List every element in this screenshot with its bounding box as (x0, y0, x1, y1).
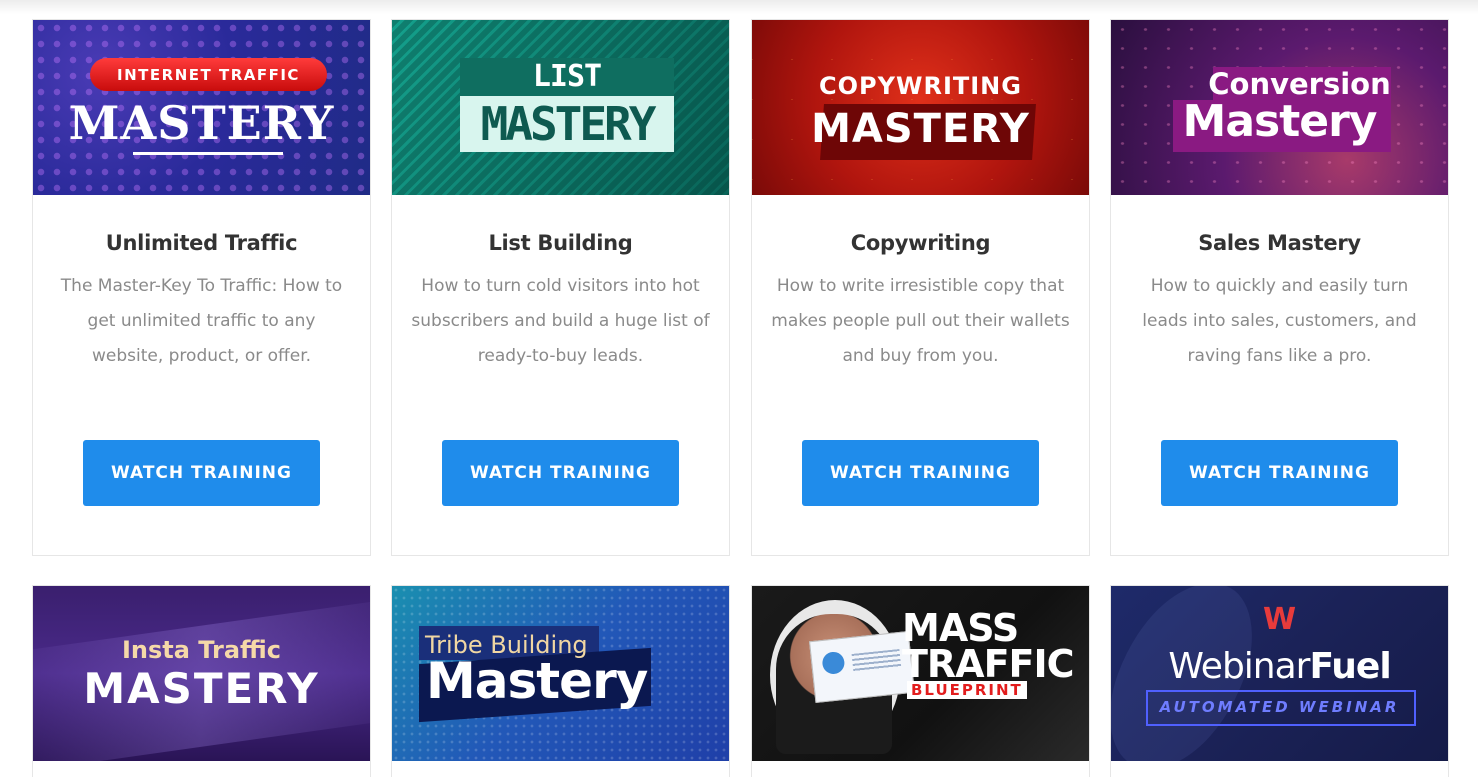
course-description: How to turn cold visitors into hot subsc… (411, 276, 710, 366)
banner-heading-part1: Webinar (1168, 646, 1310, 687)
course-title: List Building (488, 231, 633, 255)
banner-document-image (809, 630, 915, 704)
banner-heading: MASTERY (460, 96, 674, 152)
banner-heading: Mastery (1182, 96, 1378, 147)
banner-heading: MASTERY (811, 106, 1030, 152)
course-description: The Master-Key To Traffic: How to get un… (60, 276, 343, 366)
banner-heading-part2: Fuel (1309, 646, 1391, 687)
course-title: Copywriting (850, 231, 991, 255)
course-banner-image[interactable]: Tribe Building Mastery (392, 586, 729, 761)
course-banner-image[interactable]: MASS TRAFFIC BLUEPRINT (752, 586, 1089, 761)
watch-training-button[interactable]: WATCH TRAINING (802, 440, 1039, 506)
watch-training-button[interactable]: WATCH TRAINING (83, 440, 320, 506)
watch-training-button[interactable]: WATCH TRAINING (1161, 440, 1398, 506)
course-card-mass-traffic: MASS TRAFFIC BLUEPRINT (751, 585, 1090, 777)
banner-subheading: BLUEPRINT (907, 681, 1027, 699)
banner-pill-label: INTERNET TRAFFIC (90, 58, 327, 91)
header-shadow (0, 0, 1478, 14)
course-title: Sales Mastery (1198, 231, 1361, 255)
banner-subheading: AUTOMATED WEBINAR (1159, 698, 1400, 716)
course-card-unlimited-traffic: INTERNET TRAFFIC MASTERY Unlimited Traff… (32, 19, 371, 556)
course-title: Unlimited Traffic (105, 231, 298, 255)
course-card-tribe-building: Tribe Building Mastery (391, 585, 730, 777)
watch-training-button[interactable]: WATCH TRAINING (442, 440, 679, 506)
course-description: How to write irresistible copy that make… (771, 276, 1070, 366)
course-card-list-building: LIST BUILDING MASTERY List Building How … (391, 19, 730, 556)
webinarfuel-logo-icon: W (1262, 602, 1297, 637)
course-banner-image[interactable]: Conversion Mastery (1111, 20, 1448, 195)
course-card-insta-traffic: Insta Traffic MASTERY (32, 585, 371, 777)
course-card-copywriting: COPYWRITING MASTERY Copywriting How to w… (751, 19, 1090, 556)
course-banner-image[interactable]: LIST BUILDING MASTERY (392, 20, 729, 195)
course-banner-image[interactable]: W WebinarFuel AUTOMATED WEBINAR (1111, 586, 1448, 761)
banner-heading-line2: TRAFFIC (902, 642, 1075, 686)
banner-subheading: LIST BUILDING (460, 58, 674, 132)
banner-subheading: COPYWRITING (819, 72, 1022, 100)
banner-heading: MASTERY (83, 664, 320, 713)
banner-heading: Mastery (426, 652, 648, 710)
course-banner-image[interactable]: COPYWRITING MASTERY (752, 20, 1089, 195)
course-card-sales-mastery: Conversion Mastery Sales Mastery How to … (1110, 19, 1449, 556)
course-banner-image[interactable]: INTERNET TRAFFIC MASTERY (33, 20, 370, 195)
course-card-webinar-fuel: W WebinarFuel AUTOMATED WEBINAR (1110, 585, 1449, 777)
banner-subheading: Insta Traffic (121, 636, 282, 664)
banner-underline (133, 152, 283, 155)
course-description: How to quickly and easily turn leads int… (1142, 276, 1417, 366)
banner-heading: MASTERY (68, 96, 335, 150)
banner-heading: WebinarFuel (1111, 646, 1448, 687)
course-banner-image[interactable]: Insta Traffic MASTERY (33, 586, 370, 761)
